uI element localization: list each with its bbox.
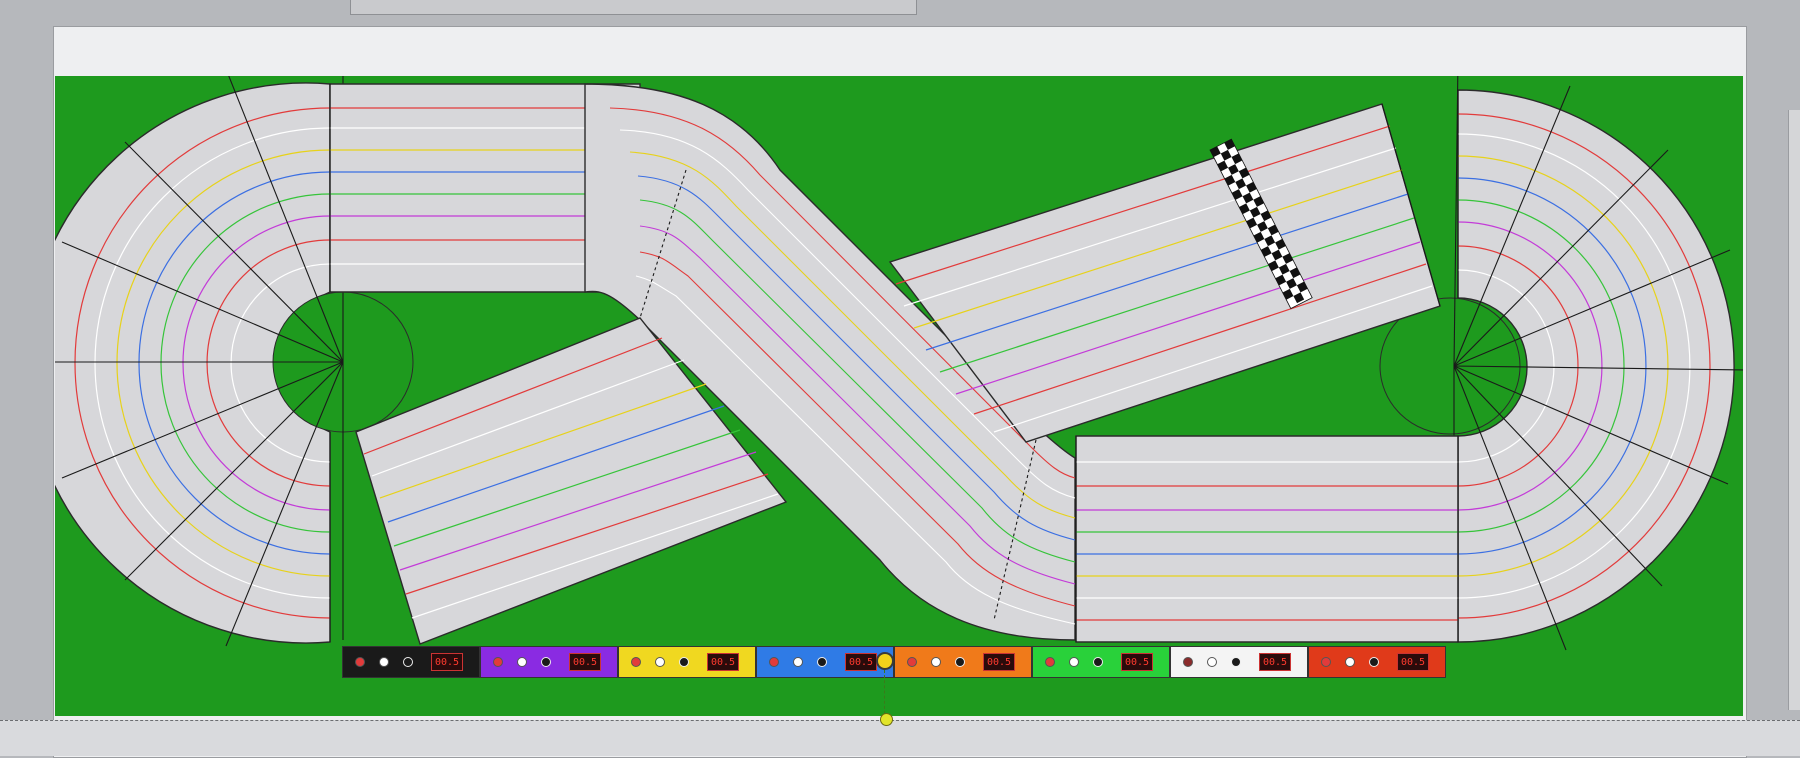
anchor-point-icon[interactable] [880,713,893,726]
lane-bar-5[interactable]: 00.5 [894,646,1032,678]
lane-end-dot-icon[interactable] [541,657,551,667]
lane-start-dot-icon[interactable] [493,657,503,667]
lane-start-dot-icon[interactable] [1183,657,1193,667]
drag-handle-icon[interactable] [876,652,894,670]
lane-end-dot-icon[interactable] [403,657,413,667]
lane-end-dot-icon[interactable] [817,657,827,667]
lane-start-dot-icon[interactable] [907,657,917,667]
handle-guide [884,670,885,714]
lane-mid-dot-icon[interactable] [1069,657,1079,667]
lane-end-dot-icon[interactable] [955,657,965,667]
lane-mid-dot-icon[interactable] [655,657,665,667]
lane-mid-dot-icon[interactable] [517,657,527,667]
lane-bar-4[interactable]: 00.5 [756,646,894,678]
lane-start-dot-icon[interactable] [355,657,365,667]
lane-bar-3[interactable]: 00.5 [618,646,756,678]
lane-timer: 00.5 [569,653,601,671]
lane-bar-2[interactable]: 00.5 [480,646,618,678]
bottom-right-straight[interactable] [1075,435,1459,643]
lane-timer: 00.5 [845,653,877,671]
lane-timer: 00.5 [1121,653,1153,671]
lane-timer: 00.5 [1397,653,1429,671]
lane-bar-6[interactable]: 00.5 [1032,646,1170,678]
lane-timer: 00.5 [1259,653,1291,671]
lane-start-dot-icon[interactable] [631,657,641,667]
lane-start-dot-icon[interactable] [769,657,779,667]
lane-end-dot-icon[interactable] [1369,657,1379,667]
lane-bar-8[interactable]: 00.5 [1308,646,1446,678]
lane-mid-dot-icon[interactable] [793,657,803,667]
lane-mid-dot-icon[interactable] [1207,657,1217,667]
lane-timer: 00.5 [431,653,463,671]
lane-mid-dot-icon[interactable] [931,657,941,667]
lane-mid-dot-icon[interactable] [1345,657,1355,667]
lane-start-dot-icon[interactable] [1045,657,1055,667]
lane-end-dot-icon[interactable] [1231,657,1241,667]
lane-end-dot-icon[interactable] [1093,657,1103,667]
lane-bar-1[interactable]: 00.5 [342,646,480,678]
lane-timer: 00.5 [983,653,1015,671]
track-canvas[interactable] [0,0,1800,756]
lane-end-dot-icon[interactable] [679,657,689,667]
lane-timer: 00.5 [707,653,739,671]
lane-mid-dot-icon[interactable] [379,657,389,667]
lane-bar-7[interactable]: 00.5 [1170,646,1308,678]
lane-start-dot-icon[interactable] [1321,657,1331,667]
